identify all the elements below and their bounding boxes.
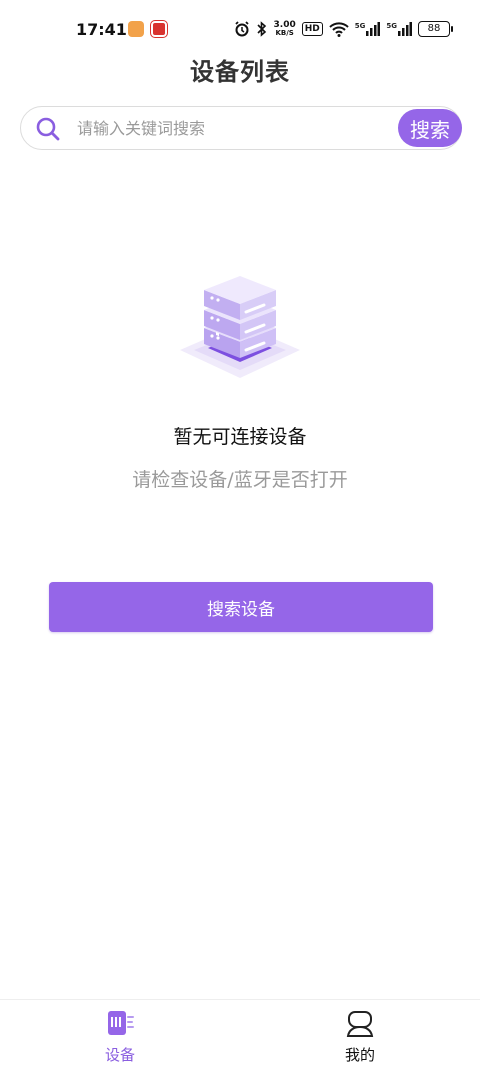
server-icon [180, 276, 300, 378]
tab-mine[interactable]: 我的 [240, 1000, 480, 1067]
signal-bars-icon [366, 22, 381, 36]
notification-app-icon [128, 21, 144, 37]
signal-5g-2: 5G [386, 22, 412, 36]
battery-icon: 88 [418, 21, 453, 37]
user-icon [346, 1011, 374, 1037]
search-input[interactable] [77, 115, 397, 141]
tab-devices-label: 设备 [104, 1046, 135, 1064]
network-speed-unit: KB/S [275, 29, 294, 37]
bottom-nav: 设备 我的 [0, 999, 480, 1067]
empty-state-title: 暂无可连接设备 [173, 426, 307, 448]
signal-bars-icon-2 [398, 22, 412, 36]
hd-badge: HD [301, 22, 323, 36]
search-devices-button[interactable]: 搜索设备 [49, 582, 433, 632]
status-bar: 17:41 3.00 KB/S HD 5G 5G 88 [0, 0, 480, 44]
notification-app-icon-2 [151, 21, 167, 37]
bluetooth-icon [256, 21, 266, 37]
status-icons: 3.00 KB/S HD 5G 5G 88 [234, 18, 453, 40]
signal-label-1: 5G [354, 22, 366, 30]
page-title: 设备列表 [190, 58, 290, 86]
wifi-icon [329, 22, 349, 37]
search-bar: 搜索 [20, 106, 462, 150]
network-speed: 3.00 KB/S [274, 21, 296, 38]
empty-state-subtitle: 请检查设备/蓝牙是否打开 [132, 469, 348, 491]
tab-devices[interactable]: 设备 [0, 1000, 240, 1067]
status-time: 17:41 [76, 20, 127, 39]
search-button[interactable]: 搜索 [398, 109, 462, 147]
signal-label-2: 5G [386, 22, 397, 30]
search-icon [36, 117, 60, 141]
alarm-icon [234, 21, 249, 37]
tab-mine-label: 我的 [344, 1046, 375, 1064]
signal-5g-1: 5G [355, 22, 381, 36]
device-icon [108, 1011, 134, 1035]
